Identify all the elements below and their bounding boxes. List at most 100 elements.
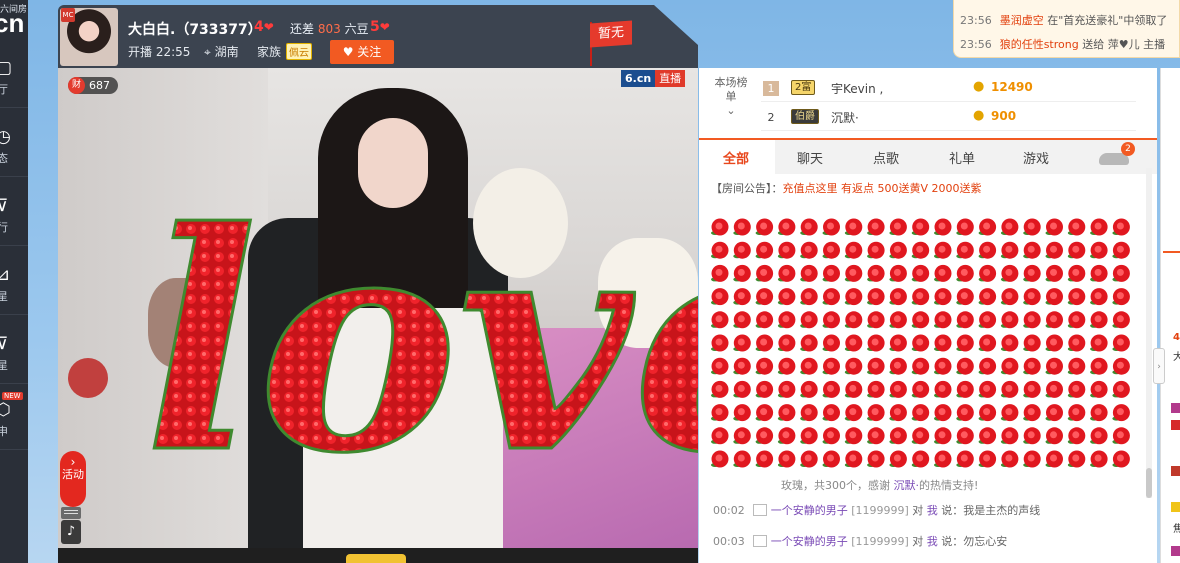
tab-games[interactable]: 游戏 [1023, 148, 1049, 167]
flag-badge[interactable]: 暂无 [590, 20, 632, 48]
rose-icon [1000, 288, 1019, 306]
location-pin-icon: ⌖ [204, 45, 211, 59]
family-badge[interactable]: 佩云 [286, 43, 312, 60]
rose-icon [1023, 450, 1041, 468]
nav-item-apply[interactable]: NEW ⬡ 申 [0, 392, 28, 450]
side-text: 大 [1173, 352, 1180, 363]
rose-icon [822, 380, 840, 398]
rose-icon [956, 241, 974, 259]
nav-item-label: 厅 [0, 83, 8, 96]
room-notice: 【房间公告】：充值点这里 有返点 500送黄V 2000送紫 [711, 180, 982, 196]
rose-icon [800, 450, 818, 468]
rose-icon [867, 450, 885, 468]
rose-icon [733, 380, 751, 398]
rose-icon [755, 218, 774, 236]
rose-icon [956, 380, 974, 398]
rose-icon [867, 357, 885, 375]
follow-button[interactable]: ♥ 关注 [330, 40, 394, 64]
rose-icon [1067, 264, 1086, 282]
rose-icon [911, 334, 930, 352]
ranking-row[interactable]: 2 伯爵 沉默· ● 900 [761, 103, 1136, 131]
side-icon[interactable] [1171, 466, 1180, 476]
star-icon: ⊽ [0, 334, 9, 354]
host-level-next: 5❤ [370, 19, 390, 35]
rose-icon [844, 264, 863, 282]
rose-love-overlay: love [143, 165, 699, 521]
site-logo[interactable]: cn [0, 8, 24, 39]
rose-icon [956, 334, 974, 352]
toast-line: 23:56 狼的任性strong 送给 萍♥儿 主播 [960, 38, 1166, 51]
rose-icon [733, 357, 751, 375]
coin-icon: ● [973, 108, 985, 123]
star-icon: ⊿ [0, 265, 11, 285]
rose-icon [822, 334, 840, 352]
rose-icon [755, 427, 774, 445]
rose-icon [733, 450, 751, 468]
mc-badge: MC [61, 8, 75, 22]
rose-icon [1112, 264, 1130, 282]
tab-all[interactable]: 全部 [723, 148, 749, 167]
rose-icon [867, 427, 885, 445]
rose-icon [711, 241, 729, 259]
gift-sender[interactable]: 沉默· [894, 479, 920, 492]
rose-icon [1090, 450, 1108, 468]
rose-icon [956, 427, 974, 445]
fortune-counter[interactable]: 财 687 [68, 77, 118, 94]
rose-icon [1067, 288, 1086, 306]
rose-icon [889, 404, 907, 422]
nav-item-star-2[interactable]: ⊽ 星 [0, 332, 28, 384]
side-icon[interactable] [1171, 403, 1180, 413]
rose-icon [755, 380, 774, 398]
gold-tab[interactable] [346, 554, 406, 563]
rose-icon [1067, 404, 1086, 422]
rose-icon [711, 311, 729, 329]
rose-icon [1000, 404, 1019, 422]
collapse-toggle[interactable]: › [1153, 348, 1165, 384]
side-icon[interactable] [1171, 546, 1180, 556]
rose-icon [1067, 357, 1086, 375]
chat-scrollbar[interactable] [1146, 168, 1152, 498]
new-badge: NEW [2, 392, 23, 400]
rose-icon [711, 357, 729, 375]
side-icon[interactable] [1171, 420, 1180, 430]
nav-item-star[interactable]: ⊿ 星 [0, 263, 28, 315]
notice-text[interactable]: 充值点这里 有返点 500送黄V 2000送紫 [783, 182, 982, 195]
host-name: 大白白.（733377） [128, 22, 262, 38]
chat-user[interactable]: 一个安静的男子 [771, 535, 848, 548]
rose-icon [978, 404, 997, 422]
rose-icon [934, 334, 952, 352]
nav-item-rank[interactable]: ⊽ 行 [0, 194, 28, 246]
menu-icon[interactable] [61, 507, 81, 519]
nav-item-status[interactable]: ◷ 态 [0, 125, 28, 177]
chat-user[interactable]: 一个安静的男子 [771, 504, 848, 517]
rose-icon [844, 334, 863, 352]
rose-icon [867, 218, 885, 236]
ranking-title[interactable]: 本场榜单 ⌄ [713, 76, 749, 118]
tab-chat[interactable]: 聊天 [797, 148, 823, 167]
tab-gift-list[interactable]: 礼单 [949, 148, 975, 167]
nav-item-hall[interactable]: ▢ 厅 [0, 56, 28, 108]
clock-icon: ◷ [0, 127, 11, 147]
rose-icon [978, 334, 997, 352]
rose-icon [1045, 380, 1063, 398]
user-level-icon [752, 535, 767, 547]
rose-icon [711, 334, 729, 352]
scroll-thumb[interactable] [1146, 468, 1152, 498]
chevron-right-icon: › [70, 455, 76, 469]
side-icon[interactable] [1171, 502, 1180, 512]
rose-icon [1000, 264, 1019, 282]
rose-icon [733, 334, 751, 352]
rose-icon [1000, 380, 1019, 398]
rose-icon [978, 427, 997, 445]
rose-icon [1090, 241, 1108, 259]
microphone-icon[interactable]: ♪ [61, 520, 81, 544]
rose-icon [777, 357, 796, 375]
notification-toast: 23:56 墨润虚空 在"首充送豪礼"中领取了 23:56 狼的任性strong 送… [953, 0, 1180, 58]
tab-songs[interactable]: 点歌 [873, 148, 899, 167]
rose-icon [711, 404, 729, 422]
rose-icon [911, 357, 930, 375]
activity-button[interactable]: › 活动 [60, 451, 86, 507]
ranking-row[interactable]: 1 2富 宇Kevin , ● 12490 [761, 74, 1136, 102]
rose-icon [934, 427, 952, 445]
rose-icon [711, 427, 729, 445]
